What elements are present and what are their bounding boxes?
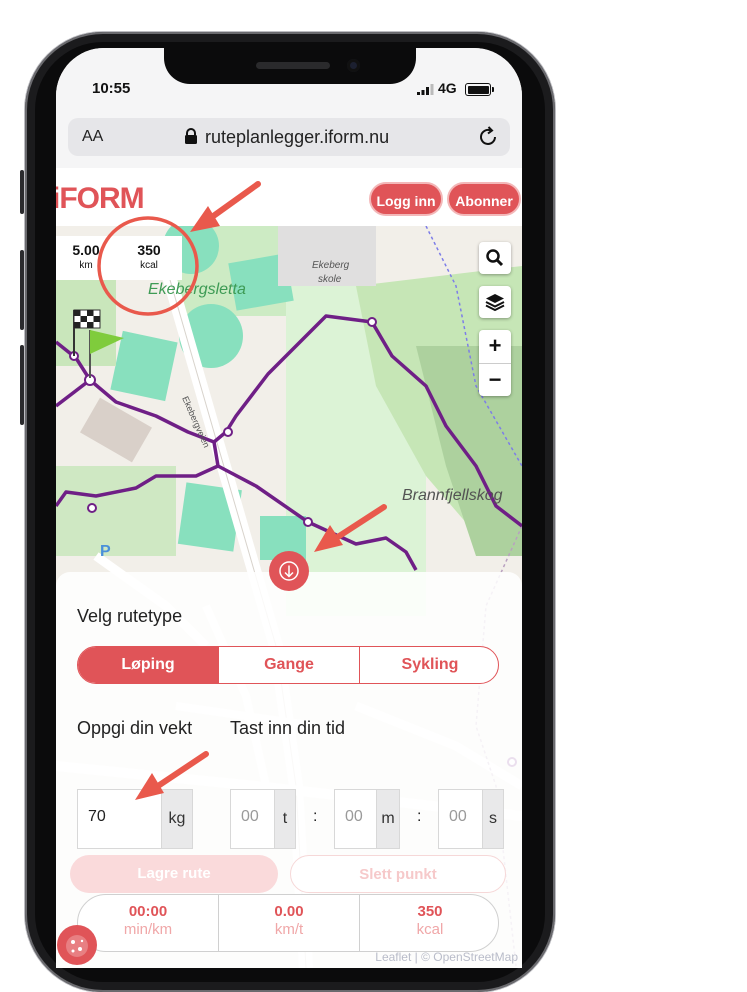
layers-icon	[485, 294, 505, 312]
save-route-button[interactable]: Lagre rute	[70, 855, 278, 893]
speed-stat: 0.00 km/t	[274, 903, 304, 938]
hours-input[interactable]: 00 t	[230, 789, 296, 849]
zoom-control[interactable]: + −	[479, 330, 511, 396]
route-summary: 00:00 min/km 0.00 km/t 350 kcal	[77, 894, 499, 952]
map-label-parking: P	[100, 543, 111, 560]
route-type-walking[interactable]: Gange	[219, 647, 359, 683]
route-type-selector: Løping Gange Sykling	[77, 646, 499, 684]
map-label-forest: Brannfjellskog	[402, 487, 503, 504]
weight-value[interactable]: 70	[88, 808, 106, 826]
minutes-input[interactable]: 00 m	[334, 789, 400, 849]
network-type: 4G	[438, 80, 457, 96]
login-button[interactable]: Logg inn	[369, 182, 443, 216]
time-label: Tast inn din tid	[230, 718, 346, 738]
map-search-button[interactable]	[479, 242, 511, 274]
map-label-field: Ekebergsletta	[148, 281, 246, 298]
status-time: 10:55	[92, 80, 131, 97]
seconds-placeholder[interactable]: 00	[449, 808, 467, 826]
silent-switch	[20, 170, 24, 214]
battery-icon	[465, 83, 494, 96]
hours-unit: t	[274, 790, 295, 848]
address-bar[interactable]: AA ruteplanlegger.iform.nu	[68, 118, 510, 156]
route-stats: 5.00 km 350 kcal	[56, 236, 182, 280]
delete-point-button[interactable]: Slett punkt	[290, 855, 506, 893]
seconds-input[interactable]: 00 s	[438, 789, 504, 849]
iform-logo[interactable]: iFORM	[56, 182, 145, 216]
site-header: iFORM Logg inn Abonner	[56, 168, 522, 226]
weight-input[interactable]: 70 kg	[77, 789, 193, 849]
seconds-unit: s	[482, 790, 503, 848]
cookie-icon	[66, 935, 88, 957]
weight-unit: kg	[161, 790, 192, 848]
svg-text:skole: skole	[318, 274, 342, 285]
cookie-settings-button[interactable]	[57, 925, 97, 965]
subscribe-button[interactable]: Abonner	[447, 182, 521, 216]
collapse-panel-button[interactable]	[269, 551, 309, 591]
arrow-down-icon	[279, 561, 299, 581]
minutes-placeholder[interactable]: 00	[345, 808, 363, 826]
distance-stat: 5.00 km	[72, 242, 100, 271]
time-separator: :	[313, 808, 318, 825]
calories-stat: 350 kcal	[137, 242, 161, 271]
time-separator: :	[417, 808, 422, 825]
svg-text:Ekeberg: Ekeberg	[312, 260, 350, 271]
phone-screen: 10:55 4G AA ruteplanlegger.iform.nu iFOR…	[56, 48, 522, 968]
hours-placeholder[interactable]: 00	[241, 808, 259, 826]
kcal-stat: 350 kcal	[416, 903, 444, 938]
notch	[164, 48, 416, 84]
zoom-in-button[interactable]: +	[479, 330, 511, 364]
reload-icon[interactable]	[477, 126, 499, 148]
route-type-running[interactable]: Løping	[78, 647, 218, 683]
minutes-unit: m	[376, 790, 399, 848]
route-type-label: Velg rutetype	[77, 606, 183, 626]
url-text[interactable]: ruteplanlegger.iform.nu	[205, 127, 389, 148]
volume-down-button	[20, 345, 24, 425]
left-bottom-green	[56, 466, 176, 556]
signal-icon	[417, 84, 434, 95]
volume-up-button	[20, 250, 24, 330]
front-camera	[347, 59, 360, 72]
search-icon	[486, 249, 504, 267]
zoom-out-button[interactable]: −	[479, 364, 511, 397]
lock-icon	[185, 128, 197, 144]
weight-label: Oppgi din vekt	[77, 718, 193, 738]
speaker-grille	[256, 62, 330, 69]
route-type-cycling[interactable]: Sykling	[360, 647, 498, 683]
text-size-button[interactable]: AA	[82, 128, 103, 146]
map-attribution[interactable]: Leaflet | © OpenStreetMap	[375, 950, 518, 964]
map-layers-button[interactable]	[479, 286, 511, 318]
pace-stat: 00:00 min/km	[123, 903, 173, 938]
